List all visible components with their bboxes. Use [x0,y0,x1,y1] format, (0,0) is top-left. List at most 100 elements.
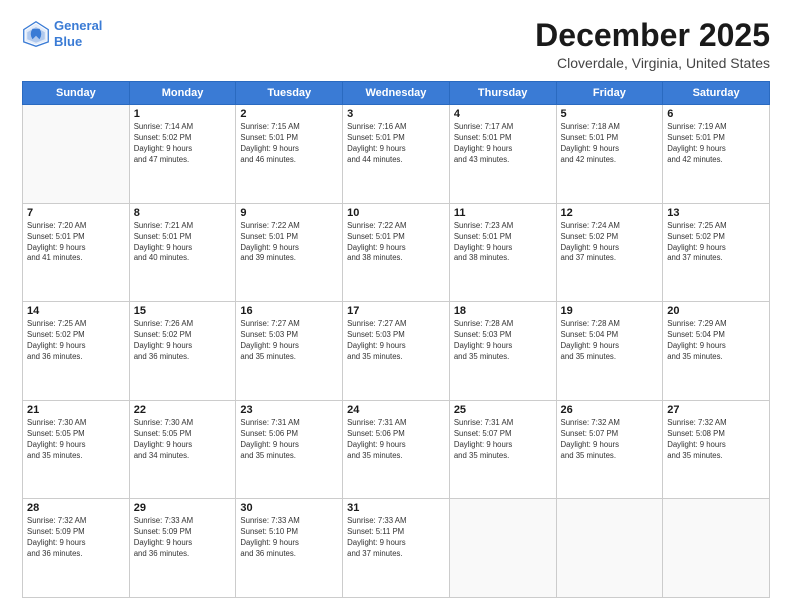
day-info: Sunrise: 7:19 AM Sunset: 5:01 PM Dayligh… [667,122,765,166]
calendar-day-cell: 8 Sunrise: 7:21 AM Sunset: 5:01 PM Daylig… [129,203,236,302]
calendar-day-cell: 31Sunrise: 7:33 AM Sunset: 5:11 PM Dayli… [343,499,450,598]
calendar-day-cell: 7 Sunrise: 7:20 AM Sunset: 5:01 PM Daylig… [23,203,130,302]
day-number: 16 [240,305,338,317]
day-number: 30 [240,502,338,514]
calendar-day-cell: 26Sunrise: 7:32 AM Sunset: 5:07 PM Dayli… [556,400,663,499]
calendar-day-header: Sunday [23,82,130,105]
day-info: Sunrise: 7:26 AM Sunset: 5:02 PM Dayligh… [134,319,232,363]
logo-text: General Blue [54,18,102,49]
day-number: 28 [27,502,125,514]
calendar-day-cell: 13 Sunrise: 7:25 AM Sunset: 5:02 PM Dayli… [663,203,770,302]
day-number: 27 [667,404,765,416]
calendar-week-row: 28 Sunrise: 7:32 AM Sunset: 5:09 PM Dayli… [23,499,770,598]
day-number: 7 [27,207,125,219]
calendar-day-header: Wednesday [343,82,450,105]
day-number: 1 [134,108,232,120]
logo-icon [22,20,50,48]
subtitle: Cloverdale, Virginia, United States [535,55,770,71]
day-number: 24 [347,404,445,416]
day-info: Sunrise: 7:22 AM Sunset: 5:01 PM Dayligh… [240,221,338,265]
calendar-day-cell: 22Sunrise: 7:30 AM Sunset: 5:05 PM Dayli… [129,400,236,499]
calendar-day-cell: 5 Sunrise: 7:18 AM Sunset: 5:01 PM Daylig… [556,105,663,204]
day-number: 19 [561,305,659,317]
day-number: 29 [134,502,232,514]
day-info: Sunrise: 7:21 AM Sunset: 5:01 PM Dayligh… [134,221,232,265]
day-number: 20 [667,305,765,317]
calendar-day-header: Friday [556,82,663,105]
calendar-day-cell: 30 Sunrise: 7:33 AM Sunset: 5:10 PM Dayli… [236,499,343,598]
day-info: Sunrise: 7:23 AM Sunset: 5:01 PM Dayligh… [454,221,552,265]
calendar-week-row: 7 Sunrise: 7:20 AM Sunset: 5:01 PM Daylig… [23,203,770,302]
day-info: Sunrise: 7:31 AM Sunset: 5:06 PM Dayligh… [240,418,338,462]
day-info: Sunrise: 7:33 AM Sunset: 5:11 PM Dayligh… [347,516,445,560]
logo-line1: General [54,18,102,33]
logo: General Blue [22,18,102,49]
day-info: Sunrise: 7:32 AM Sunset: 5:08 PM Dayligh… [667,418,765,462]
day-info: Sunrise: 7:31 AM Sunset: 5:06 PM Dayligh… [347,418,445,462]
calendar-day-cell: 19Sunrise: 7:28 AM Sunset: 5:04 PM Dayli… [556,302,663,401]
calendar-day-header: Monday [129,82,236,105]
calendar-day-cell: 14 Sunrise: 7:25 AM Sunset: 5:02 PM Dayli… [23,302,130,401]
day-info: Sunrise: 7:14 AM Sunset: 5:02 PM Dayligh… [134,122,232,166]
day-info: Sunrise: 7:30 AM Sunset: 5:05 PM Dayligh… [134,418,232,462]
day-info: Sunrise: 7:24 AM Sunset: 5:02 PM Dayligh… [561,221,659,265]
day-info: Sunrise: 7:16 AM Sunset: 5:01 PM Dayligh… [347,122,445,166]
calendar-day-cell: 27 Sunrise: 7:32 AM Sunset: 5:08 PM Dayli… [663,400,770,499]
calendar-day-cell [556,499,663,598]
calendar-day-cell: 17Sunrise: 7:27 AM Sunset: 5:03 PM Dayli… [343,302,450,401]
day-number: 18 [454,305,552,317]
calendar-day-cell: 1 Sunrise: 7:14 AM Sunset: 5:02 PM Daylig… [129,105,236,204]
day-number: 6 [667,108,765,120]
day-info: Sunrise: 7:31 AM Sunset: 5:07 PM Dayligh… [454,418,552,462]
day-number: 12 [561,207,659,219]
day-number: 4 [454,108,552,120]
calendar-day-cell: 12 Sunrise: 7:24 AM Sunset: 5:02 PM Dayli… [556,203,663,302]
day-info: Sunrise: 7:25 AM Sunset: 5:02 PM Dayligh… [27,319,125,363]
day-number: 13 [667,207,765,219]
calendar-day-cell: 3 Sunrise: 7:16 AM Sunset: 5:01 PM Daylig… [343,105,450,204]
calendar-day-cell: 11Sunrise: 7:23 AM Sunset: 5:01 PM Dayli… [449,203,556,302]
day-info: Sunrise: 7:32 AM Sunset: 5:09 PM Dayligh… [27,516,125,560]
calendar-day-cell: 9 Sunrise: 7:22 AM Sunset: 5:01 PM Daylig… [236,203,343,302]
page: General Blue December 2025 Cloverdale, V… [0,0,792,612]
calendar-day-cell: 21Sunrise: 7:30 AM Sunset: 5:05 PM Dayli… [23,400,130,499]
calendar-day-cell: 20Sunrise: 7:29 AM Sunset: 5:04 PM Dayli… [663,302,770,401]
day-number: 23 [240,404,338,416]
day-number: 17 [347,305,445,317]
day-number: 5 [561,108,659,120]
day-number: 10 [347,207,445,219]
calendar-table: SundayMondayTuesdayWednesdayThursdayFrid… [22,81,770,598]
day-info: Sunrise: 7:27 AM Sunset: 5:03 PM Dayligh… [240,319,338,363]
day-info: Sunrise: 7:17 AM Sunset: 5:01 PM Dayligh… [454,122,552,166]
calendar-day-header: Thursday [449,82,556,105]
day-info: Sunrise: 7:25 AM Sunset: 5:02 PM Dayligh… [667,221,765,265]
header: General Blue December 2025 Cloverdale, V… [22,18,770,71]
title-block: December 2025 Cloverdale, Virginia, Unit… [535,18,770,71]
calendar-header-row: SundayMondayTuesdayWednesdayThursdayFrid… [23,82,770,105]
calendar-day-cell: 2Sunrise: 7:15 AM Sunset: 5:01 PM Daylig… [236,105,343,204]
calendar-day-cell: 4 Sunrise: 7:17 AM Sunset: 5:01 PM Daylig… [449,105,556,204]
calendar-day-cell [663,499,770,598]
day-number: 26 [561,404,659,416]
day-info: Sunrise: 7:33 AM Sunset: 5:09 PM Dayligh… [134,516,232,560]
day-number: 9 [240,207,338,219]
day-number: 3 [347,108,445,120]
calendar-day-cell: 28 Sunrise: 7:32 AM Sunset: 5:09 PM Dayli… [23,499,130,598]
calendar-week-row: 14 Sunrise: 7:25 AM Sunset: 5:02 PM Dayli… [23,302,770,401]
calendar-day-cell: 16 Sunrise: 7:27 AM Sunset: 5:03 PM Dayli… [236,302,343,401]
day-info: Sunrise: 7:20 AM Sunset: 5:01 PM Dayligh… [27,221,125,265]
calendar-week-row: 1 Sunrise: 7:14 AM Sunset: 5:02 PM Daylig… [23,105,770,204]
day-info: Sunrise: 7:18 AM Sunset: 5:01 PM Dayligh… [561,122,659,166]
calendar-day-cell: 18Sunrise: 7:28 AM Sunset: 5:03 PM Dayli… [449,302,556,401]
calendar-day-cell: 6 Sunrise: 7:19 AM Sunset: 5:01 PM Daylig… [663,105,770,204]
calendar-day-cell [449,499,556,598]
calendar-day-cell: 10Sunrise: 7:22 AM Sunset: 5:01 PM Dayli… [343,203,450,302]
day-number: 14 [27,305,125,317]
main-title: December 2025 [535,18,770,53]
day-number: 25 [454,404,552,416]
day-info: Sunrise: 7:33 AM Sunset: 5:10 PM Dayligh… [240,516,338,560]
day-number: 2 [240,108,338,120]
day-number: 21 [27,404,125,416]
calendar-day-cell [23,105,130,204]
day-number: 8 [134,207,232,219]
